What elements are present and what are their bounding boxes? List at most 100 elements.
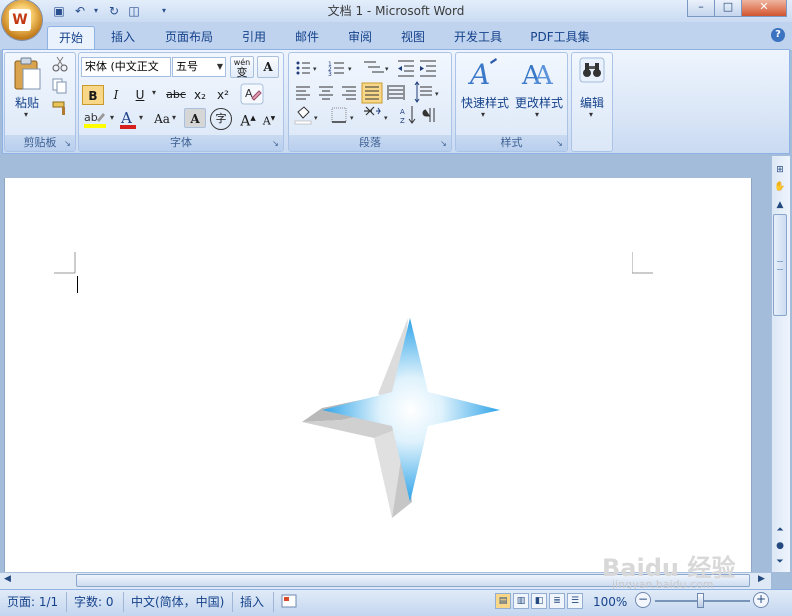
quick-styles-label[interactable]: 快速样式 <box>458 94 512 111</box>
status-language[interactable]: 中文(简体，中国) <box>131 594 224 610</box>
quick-styles-icon[interactable]: A <box>468 56 500 90</box>
maximize-button[interactable]: □ <box>714 0 742 17</box>
print-layout-view-icon[interactable]: ▤ <box>495 593 511 609</box>
change-case-dropdown-icon[interactable]: ▾ <box>172 113 176 122</box>
highlight-dropdown-icon[interactable]: ▾ <box>110 113 114 122</box>
customize-qat-icon[interactable]: ▾ <box>156 3 172 19</box>
four-point-star-shape[interactable] <box>296 314 506 520</box>
zoom-out-button[interactable]: − <box>635 592 651 608</box>
increase-indent-icon[interactable] <box>420 60 436 77</box>
sort-icon[interactable]: AZ <box>400 106 416 125</box>
macro-recording-icon[interactable] <box>281 593 297 609</box>
change-case-button[interactable]: Aa <box>150 109 174 129</box>
cut-icon[interactable] <box>52 56 68 72</box>
font-color-icon[interactable]: A <box>118 108 138 130</box>
bullets-icon[interactable]: ▾ <box>296 61 318 75</box>
clear-formatting-icon[interactable]: A <box>240 83 264 105</box>
shading-icon[interactable]: ▾ <box>294 106 318 125</box>
decrease-indent-icon[interactable] <box>398 60 414 77</box>
minimize-button[interactable]: – <box>687 0 715 17</box>
redo-icon[interactable]: ↻ <box>106 3 122 19</box>
undo-dropdown-icon[interactable]: ▾ <box>88 3 104 19</box>
subscript-button[interactable]: x₂ <box>190 85 210 105</box>
underline-button[interactable]: U <box>130 85 150 105</box>
status-word-count[interactable]: 字数: 0 <box>74 594 114 610</box>
tab-mailings[interactable]: 邮件 <box>288 26 326 48</box>
pan-hand-icon[interactable]: ✋ <box>773 180 787 194</box>
font-name-combo[interactable]: 宋体 (中文正文 <box>81 57 171 77</box>
zoom-in-button[interactable]: + <box>753 592 769 608</box>
tab-insert[interactable]: 插入 <box>103 26 143 48</box>
zoom-level[interactable]: 100% <box>593 594 627 610</box>
font-size-combo[interactable]: 五号 ▼ <box>172 57 226 77</box>
underline-dropdown-icon[interactable]: ▾ <box>152 88 156 97</box>
change-styles-icon[interactable]: A A <box>520 56 556 90</box>
outline-view-icon[interactable]: ≣ <box>549 593 565 609</box>
scroll-right-button[interactable]: ▶ <box>758 574 765 584</box>
tab-view[interactable]: 视图 <box>394 26 432 48</box>
tab-page-layout[interactable]: 页面布局 <box>158 26 220 48</box>
quick-styles-dropdown-icon[interactable]: ▾ <box>481 110 485 119</box>
paste-button-label[interactable]: 粘贴 <box>10 94 44 111</box>
scroll-up-button[interactable]: ▲ <box>773 198 787 212</box>
styles-launcher-icon[interactable]: ↘ <box>555 139 564 148</box>
full-screen-reading-icon[interactable]: ▥ <box>513 593 529 609</box>
change-styles-dropdown-icon[interactable]: ▾ <box>535 110 539 119</box>
paragraph-launcher-icon[interactable]: ↘ <box>439 139 448 148</box>
superscript-button[interactable]: x² <box>212 85 234 105</box>
previous-page-button[interactable]: ⏶ <box>773 523 787 537</box>
enclose-characters-button[interactable]: 字 <box>210 108 232 130</box>
shrink-font-button[interactable]: A▼ <box>260 109 278 129</box>
tab-pdf-tools[interactable]: PDF工具集 <box>524 26 596 48</box>
character-border-button[interactable]: A <box>257 56 279 78</box>
undo-icon[interactable]: ↶ <box>72 3 88 19</box>
find-binoculars-icon[interactable] <box>578 56 606 86</box>
justify-icon[interactable] <box>361 82 383 104</box>
print-preview-icon[interactable]: ◫ <box>126 3 142 19</box>
bold-button[interactable]: B <box>82 85 104 105</box>
scroll-left-button[interactable]: ◀ <box>4 574 11 584</box>
tab-developer[interactable]: 开发工具 <box>446 26 510 48</box>
highlight-color-icon[interactable]: ab <box>82 108 110 130</box>
draft-view-icon[interactable]: ☰ <box>567 593 583 609</box>
editing-dropdown-icon[interactable]: ▾ <box>589 110 593 119</box>
multilevel-list-icon[interactable]: ▾ <box>364 61 389 73</box>
ruler-toggle-icon[interactable]: ⊞ <box>773 163 787 177</box>
tab-home[interactable]: 开始 <box>47 26 95 49</box>
align-center-icon[interactable] <box>319 86 333 100</box>
distributed-icon[interactable] <box>387 85 405 100</box>
status-page[interactable]: 页面: 1/1 <box>7 594 58 610</box>
change-styles-label[interactable]: 更改样式 <box>512 94 566 111</box>
copy-icon[interactable] <box>52 78 68 94</box>
borders-icon[interactable]: ▾ <box>331 107 354 123</box>
zoom-slider-thumb[interactable] <box>697 593 704 608</box>
status-insert-mode[interactable]: 插入 <box>240 594 264 610</box>
editing-label[interactable]: 编辑 <box>573 94 611 111</box>
web-layout-icon[interactable]: ◧ <box>531 593 547 609</box>
save-icon[interactable]: ▣ <box>51 3 67 19</box>
grow-font-button[interactable]: A▲ <box>238 108 258 130</box>
character-shading-button[interactable]: A <box>184 108 206 128</box>
format-painter-icon[interactable] <box>52 100 68 116</box>
help-icon[interactable]: ? <box>771 28 785 42</box>
tab-review[interactable]: 审阅 <box>341 26 379 48</box>
numbering-icon[interactable]: 1 2 3 ▾ <box>328 61 352 78</box>
chinese-layout-icon[interactable]: ▾ <box>364 106 388 122</box>
strikethrough-button[interactable]: abc <box>164 85 188 105</box>
paste-dropdown-icon[interactable]: ▾ <box>24 110 28 119</box>
clipboard-launcher-icon[interactable]: ↘ <box>63 139 72 148</box>
tab-references[interactable]: 引用 <box>235 26 273 48</box>
show-formatting-icon[interactable] <box>422 108 435 122</box>
phonetic-guide-button[interactable]: wén 变 <box>230 56 254 78</box>
line-spacing-icon[interactable]: ▾ <box>414 81 439 103</box>
close-button[interactable]: ✕ <box>741 0 787 17</box>
font-launcher-icon[interactable]: ↘ <box>271 139 280 148</box>
select-browse-object-button[interactable]: ● <box>773 539 787 553</box>
align-right-icon[interactable] <box>342 86 356 100</box>
italic-button[interactable]: I <box>106 85 126 105</box>
paste-icon[interactable] <box>12 57 42 91</box>
font-color-dropdown-icon[interactable]: ▾ <box>139 113 143 122</box>
vertical-scroll-thumb[interactable] <box>773 214 787 316</box>
next-page-button[interactable]: ⏷ <box>773 555 787 569</box>
align-left-icon[interactable] <box>296 86 310 100</box>
